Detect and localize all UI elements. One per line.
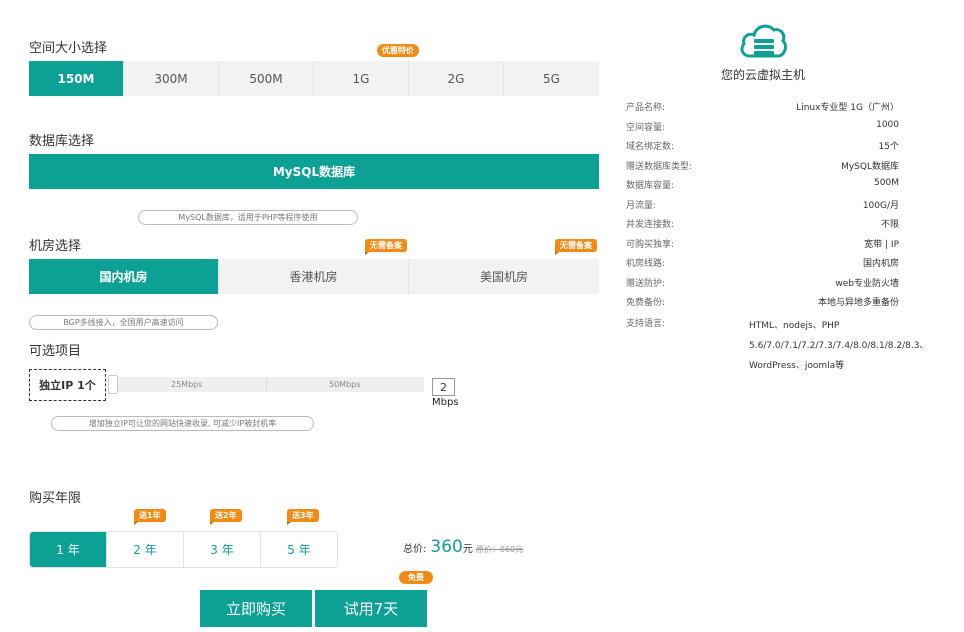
period-option-5y[interactable]: 5 年 (261, 532, 337, 567)
gift-tag-5y: 送3年 (287, 509, 319, 525)
spec-value: 不限 (880, 220, 899, 230)
optional-section-title: 可选项目 (29, 344, 82, 359)
total-price-amount: 360 (430, 537, 463, 557)
period-option-2y[interactable]: 2 年 (107, 532, 184, 567)
space-size-selector: 150M 300M 500M 1G 2G 5G (29, 61, 599, 96)
spec-value: 本地与异地多重备份 (817, 298, 899, 308)
space-option-150m[interactable]: 150M (29, 61, 124, 96)
slider-mark-25: 25Mbps (171, 380, 203, 389)
spec-value: web专业防火墙 (835, 278, 899, 289)
slider-separator (266, 377, 267, 392)
spec-label: 免费备份: (626, 298, 666, 308)
space-section-title: 空间大小选择 (29, 41, 108, 56)
database-option-mysql[interactable]: MySQL数据库 (29, 154, 599, 189)
space-option-300m[interactable]: 300M (124, 61, 219, 96)
datacenter-selector: 国内机房 香港机房 美国机房 (29, 259, 599, 294)
spec-label: 月流量: (626, 200, 657, 211)
spec-label-languages: 支持语言: (626, 319, 666, 329)
bandwidth-unit: Mbps (432, 397, 459, 408)
datacenter-option-usa[interactable]: 美国机房 (409, 259, 599, 294)
slider-mark-50: 50Mbps (329, 380, 361, 389)
space-option-5g[interactable]: 5G (504, 61, 599, 96)
spec-value: 1000 (876, 119, 899, 130)
gift-tag-3y: 送2年 (210, 509, 242, 525)
bandwidth-quantity-input[interactable]: 2 (432, 378, 455, 396)
promo-tag: 优惠特价 (377, 44, 419, 57)
us-no-filing-tag: 无需备案 (555, 239, 597, 255)
free-tag: 免费 (399, 571, 433, 584)
spec-label: 机房线路: (626, 259, 666, 269)
original-price: 原价：860元 (475, 545, 524, 554)
period-section-title: 购买年限 (29, 491, 82, 506)
spec-value: 100G/月 (862, 200, 899, 211)
gift-tag-2y: 送1年 (134, 509, 166, 525)
spec-label: 赠送数据库类型: (626, 161, 693, 172)
dedicated-ip-option[interactable]: 独立IP 1个 (29, 369, 106, 401)
datacenter-hint: BGP多线接入，全国用户高速访问 (29, 315, 218, 330)
total-price-currency: 元 (462, 544, 473, 555)
total-price: 总价: 360 元 原价：860元 (403, 537, 523, 557)
spec-value: 国内机房 (862, 259, 899, 269)
bandwidth-slider-handle[interactable] (108, 375, 118, 394)
spec-label: 并发连接数: (626, 220, 675, 230)
spec-label: 域名绑定数: (626, 142, 675, 152)
spec-value: Linux专业型 1G（广州） (796, 103, 899, 113)
bandwidth-slider[interactable]: 25Mbps 50Mbps (108, 375, 424, 394)
space-option-2g[interactable]: 2G (409, 61, 504, 96)
spec-label: 产品名称: (626, 103, 666, 113)
language-line: WordPress、joomla等 (749, 361, 845, 371)
spec-label: 可购买独享: (626, 239, 675, 250)
space-option-500m[interactable]: 500M (219, 61, 314, 96)
spec-value: 宽带 | IP (864, 239, 899, 250)
total-price-label: 总价: (403, 544, 427, 555)
period-selector: 1 年 2 年 3 年 5 年 (29, 531, 338, 568)
spec-value: MySQL数据库 (841, 161, 899, 172)
spec-value: 500M (874, 178, 899, 188)
spec-label: 数据库容量: (626, 181, 675, 191)
space-option-1g[interactable]: 1G (314, 61, 409, 96)
buy-now-button[interactable]: 立即购买 (200, 590, 312, 627)
cloud-server-icon (740, 24, 787, 58)
spec-label: 赠送防护: (626, 278, 666, 289)
summary-heading: 您的云虚拟主机 (720, 68, 805, 82)
database-section-title: 数据库选择 (29, 134, 95, 149)
datacenter-option-hongkong[interactable]: 香港机房 (219, 259, 409, 294)
period-option-3y[interactable]: 3 年 (184, 532, 261, 567)
trial-button[interactable]: 试用7天 (315, 590, 427, 627)
dedicated-ip-hint: 增加独立IP可让您的网站快速收录, 可减少IP被封机率 (51, 416, 314, 431)
hk-no-filing-tag: 无需备案 (365, 239, 407, 255)
datacenter-option-domestic[interactable]: 国内机房 (29, 259, 219, 294)
spec-value: 15个 (878, 142, 899, 152)
language-line: 5.6/7.0/7.1/7.2/7.3/7.4/8.0/8.1/8.2/8.3、 (749, 341, 929, 351)
period-option-1y[interactable]: 1 年 (30, 532, 107, 567)
spec-value-languages: HTML、nodejs、PHP 5.6/7.0/7.1/7.2/7.3/7.4/… (749, 316, 928, 376)
datacenter-section-title: 机房选择 (29, 239, 82, 254)
database-hint: MySQL数据库，适用于PHP等程序使用 (138, 210, 358, 225)
spec-label: 空间容量: (626, 122, 666, 133)
language-line: HTML、nodejs、PHP (749, 321, 840, 331)
